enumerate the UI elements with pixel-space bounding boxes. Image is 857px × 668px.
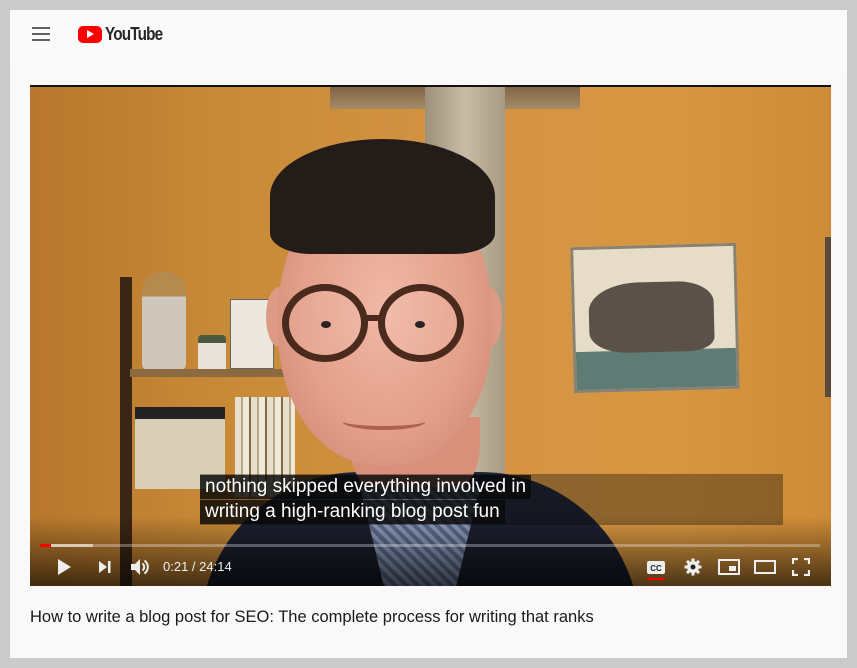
scene-shelf bbox=[130, 369, 290, 377]
fullscreen-icon bbox=[792, 558, 810, 576]
next-button[interactable] bbox=[92, 551, 118, 583]
player-controls: 0:21 / 24:14 CC bbox=[30, 551, 831, 583]
presenter-eye bbox=[415, 321, 425, 328]
theater-mode-button[interactable] bbox=[752, 551, 778, 583]
video-title[interactable]: How to write a blog post for SEO: The co… bbox=[30, 608, 594, 627]
volume-icon bbox=[131, 559, 149, 575]
youtube-logo[interactable]: YouTube bbox=[78, 23, 172, 45]
next-icon bbox=[99, 561, 111, 573]
youtube-play-logo-icon bbox=[78, 25, 102, 43]
presenter-hair bbox=[270, 139, 495, 254]
presenter-eye bbox=[321, 321, 331, 328]
play-icon bbox=[58, 559, 71, 575]
masthead: YouTube bbox=[10, 10, 847, 65]
time-display: 0:21 / 24:14 bbox=[163, 559, 232, 574]
page-card: YouTube nothing skipped everything invol… bbox=[10, 10, 847, 658]
presenter-mouth bbox=[342, 412, 426, 430]
cc-icon: CC bbox=[647, 560, 665, 574]
video-player[interactable]: nothing skipped everything involved in w… bbox=[30, 85, 831, 586]
player-top-border bbox=[30, 85, 831, 87]
miniplayer-button[interactable] bbox=[716, 551, 742, 583]
theater-mode-icon bbox=[754, 560, 776, 574]
svg-text:CC: CC bbox=[650, 564, 662, 573]
glasses-bridge bbox=[364, 315, 382, 321]
progress-played bbox=[40, 544, 52, 547]
scene-rhino-painting bbox=[570, 242, 740, 394]
settings-button[interactable] bbox=[680, 551, 706, 583]
cc-active-indicator bbox=[647, 578, 665, 580]
caption-line: nothing skipped everything involved in bbox=[200, 475, 532, 499]
miniplayer-icon bbox=[718, 559, 740, 575]
logo-text: YouTube bbox=[105, 23, 163, 44]
hamburger-menu-icon[interactable] bbox=[32, 27, 50, 41]
subtitles-button[interactable]: CC bbox=[644, 551, 668, 583]
play-button[interactable] bbox=[50, 551, 78, 583]
gear-icon bbox=[684, 558, 702, 576]
mute-button[interactable] bbox=[127, 551, 153, 583]
scene-frame-edge bbox=[825, 237, 831, 397]
fullscreen-button[interactable] bbox=[788, 551, 814, 583]
scene-bust bbox=[142, 272, 186, 370]
progress-bar[interactable] bbox=[40, 544, 820, 547]
